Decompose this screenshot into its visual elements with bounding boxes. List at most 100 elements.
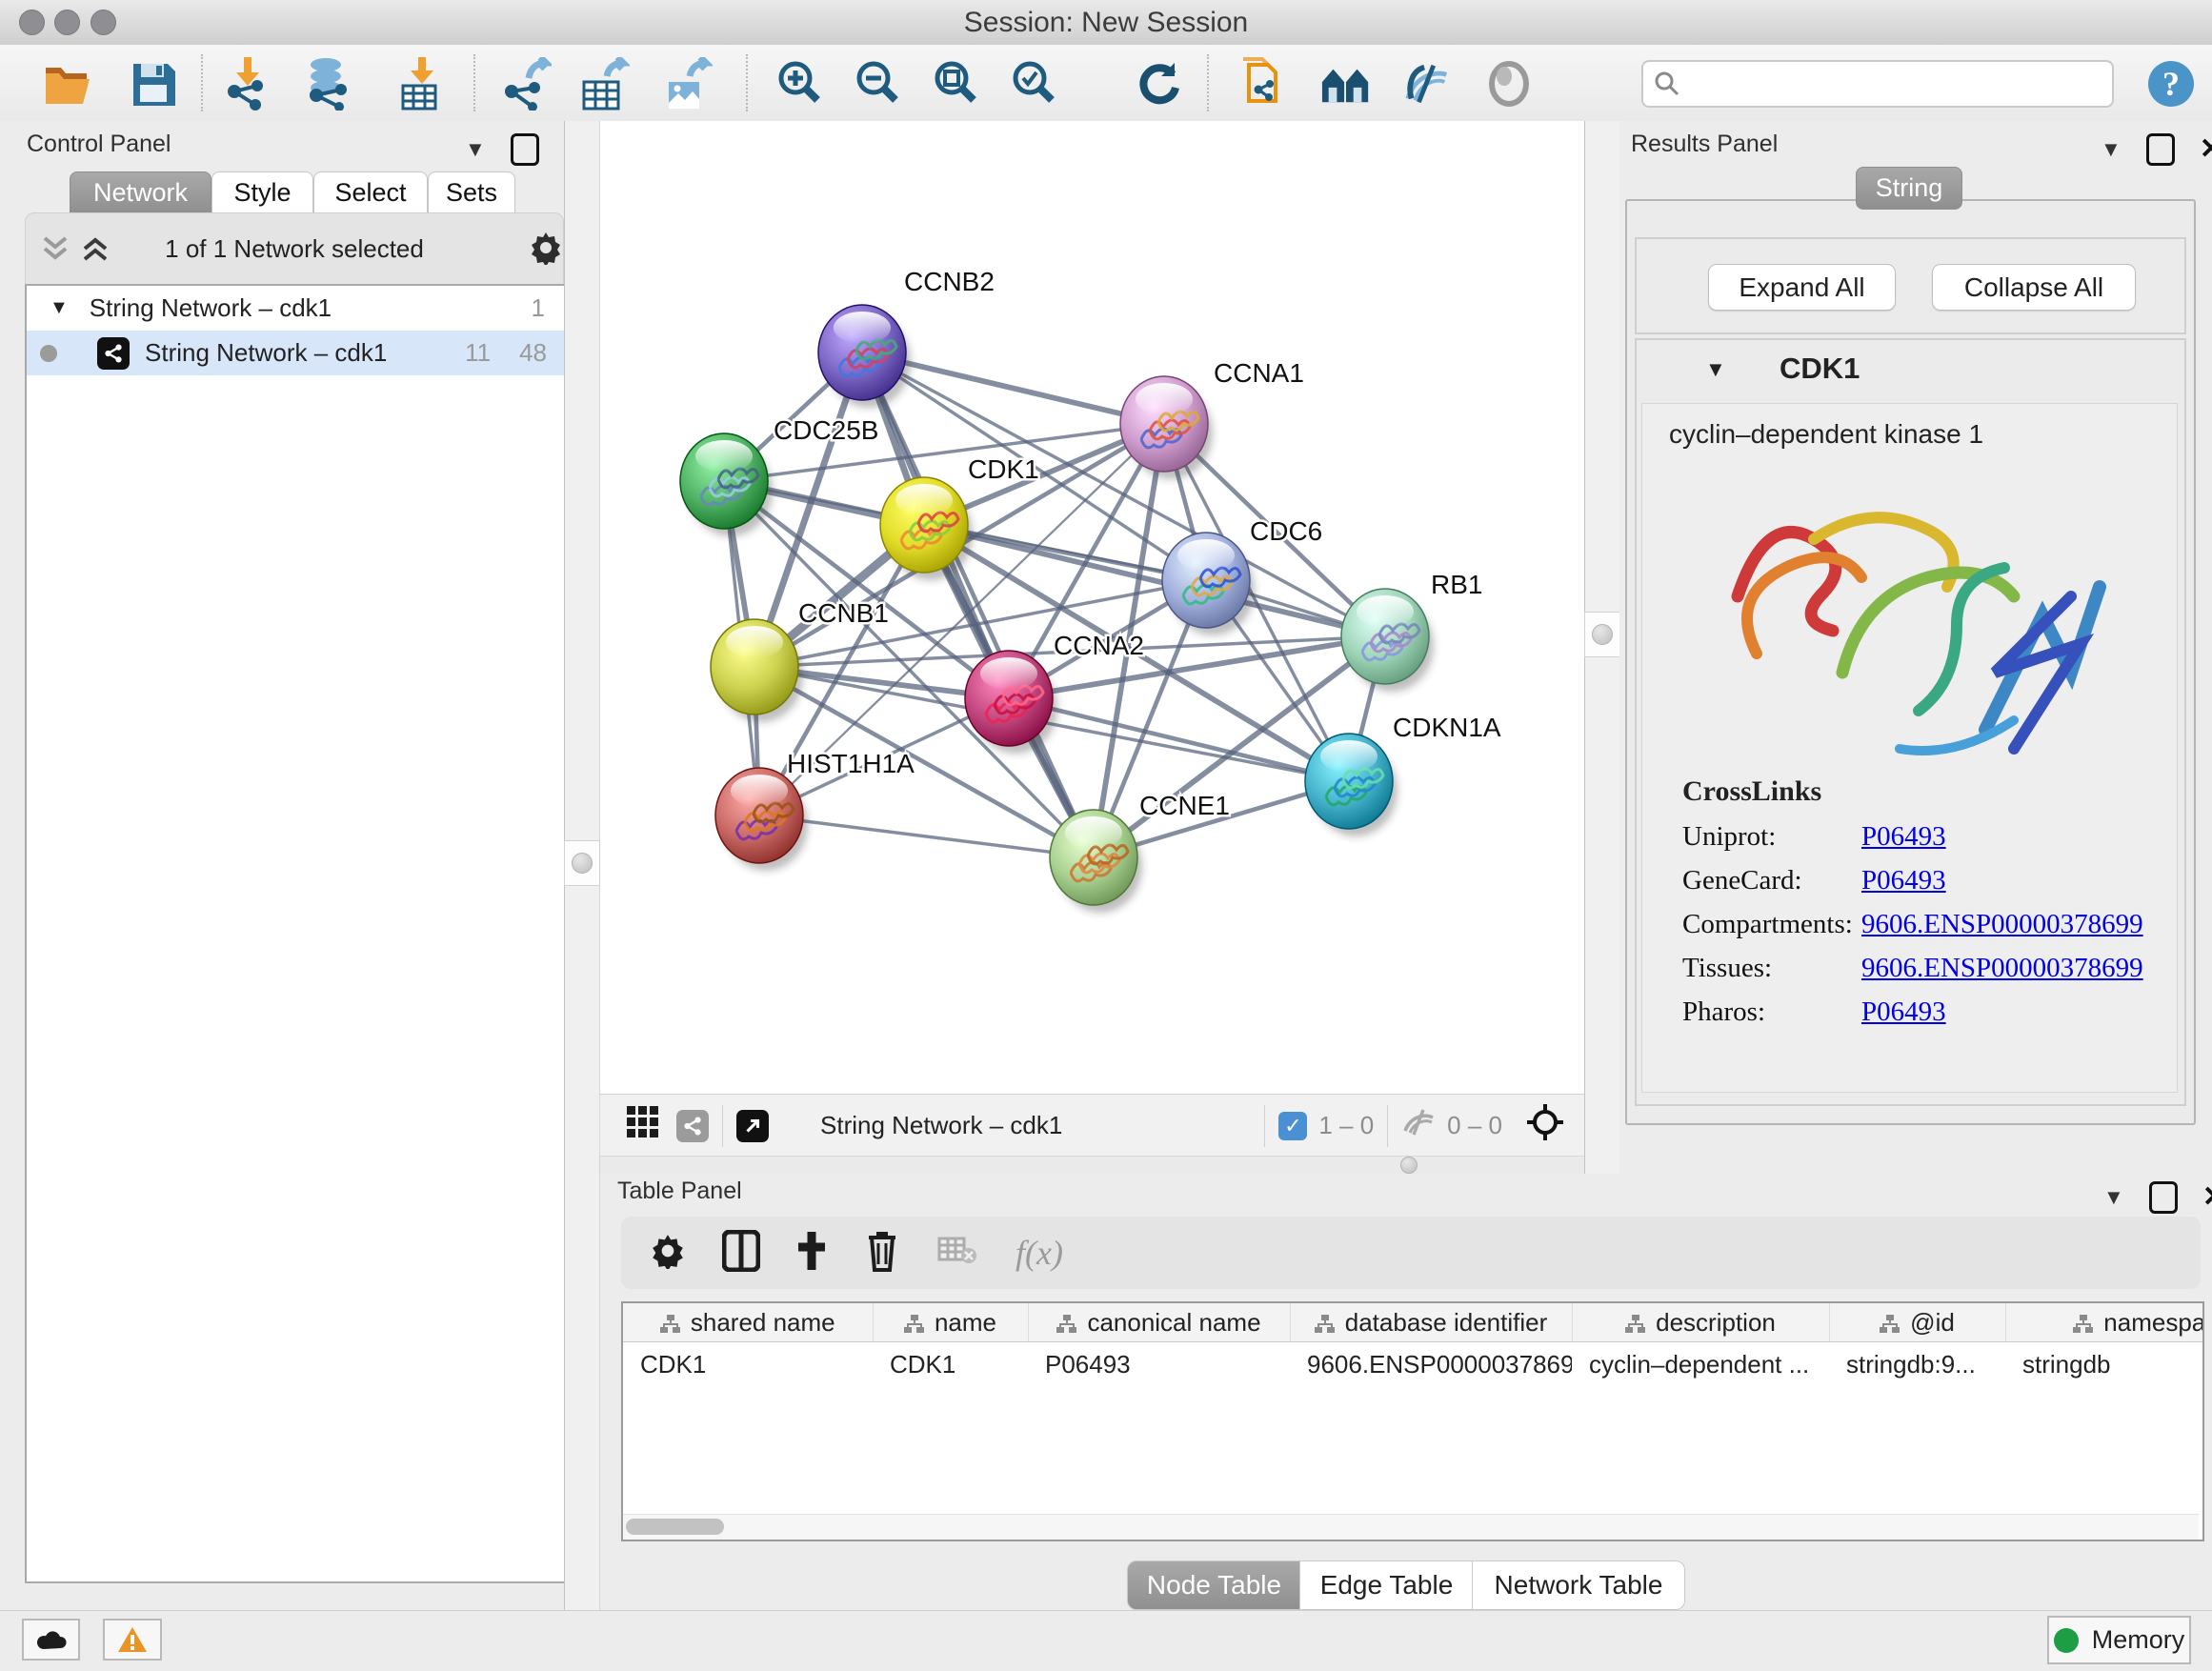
hide-selected-icon[interactable] bbox=[1402, 58, 1454, 110]
save-session-icon[interactable] bbox=[128, 58, 179, 110]
crosslink-label: Compartments: bbox=[1682, 909, 1861, 940]
right-panel-splitter[interactable] bbox=[1584, 121, 1620, 1174]
import-network-from-file-icon[interactable] bbox=[222, 58, 273, 110]
import-network-from-database-icon[interactable] bbox=[303, 58, 354, 110]
crosslink-link[interactable]: 9606.ENSP00000378699 bbox=[1861, 909, 2143, 940]
table-cell[interactable]: P06493 bbox=[1028, 1342, 1290, 1387]
table-cell[interactable]: 9606.ENSP00000378699 bbox=[1290, 1342, 1572, 1387]
node-CDKN1A[interactable]: CDKN1A bbox=[1305, 713, 1501, 836]
show-all-icon[interactable] bbox=[1483, 58, 1535, 110]
network-graph[interactable]: CCNB2CCNA1CDC25BCDK1CDC6RB1CCNB1CCNA2CDK… bbox=[600, 121, 1584, 1094]
tab-network-table[interactable]: Network Table bbox=[1472, 1560, 1685, 1610]
node-label-CCNE1: CCNE1 bbox=[1139, 791, 1230, 820]
crosslink-link[interactable]: P06493 bbox=[1861, 997, 1946, 1028]
delete-table-icon[interactable] bbox=[937, 1235, 977, 1272]
float-panel-icon[interactable]: ▼ bbox=[2101, 137, 2122, 162]
table-cell[interactable]: cyclin–dependent ... bbox=[1572, 1342, 1829, 1387]
maximize-panel-icon[interactable] bbox=[511, 133, 539, 166]
export-network-icon[interactable] bbox=[500, 58, 552, 110]
import-table-from-file-icon[interactable] bbox=[394, 58, 446, 110]
expander-icon[interactable]: ▼ bbox=[50, 297, 69, 319]
hidden-eye-slash-icon[interactable] bbox=[1401, 1108, 1438, 1143]
create-column-icon[interactable] bbox=[794, 1230, 829, 1277]
close-panel-icon[interactable]: ✕ bbox=[2202, 1180, 2212, 1214]
float-panel-icon[interactable]: ▼ bbox=[465, 137, 486, 162]
expand-all-button[interactable]: Expand All bbox=[1708, 264, 1896, 311]
crosslink-link[interactable]: P06493 bbox=[1861, 865, 1946, 896]
search-input[interactable] bbox=[1641, 60, 2114, 108]
birdseye-grid-icon[interactable] bbox=[627, 1106, 659, 1145]
node-table[interactable]: shared namenamecanonical namedatabase id… bbox=[621, 1301, 2204, 1541]
node-label-CDK1: CDK1 bbox=[968, 454, 1039, 484]
column-header-description[interactable]: description bbox=[1572, 1303, 1829, 1342]
left-panel-splitter[interactable] bbox=[564, 121, 600, 1610]
tab-sets[interactable]: Sets bbox=[428, 171, 515, 214]
column-header-namespace[interactable]: namespace bbox=[2005, 1303, 2204, 1342]
crosslink-link[interactable]: P06493 bbox=[1861, 821, 1946, 853]
zoom-out-icon[interactable] bbox=[852, 58, 903, 110]
column-header-id[interactable]: @id bbox=[1829, 1303, 2005, 1342]
column-header-name[interactable]: name bbox=[873, 1303, 1028, 1342]
delete-column-icon[interactable] bbox=[865, 1230, 899, 1277]
node-CDC25B[interactable]: CDC25B bbox=[680, 415, 878, 536]
table-cell[interactable]: CDK1 bbox=[873, 1342, 1028, 1387]
splitter-handle[interactable] bbox=[1400, 1157, 1418, 1174]
tab-select[interactable]: Select bbox=[313, 171, 428, 214]
node-HIST1H1A[interactable]: HIST1H1A bbox=[715, 749, 915, 871]
network-type-share-icon[interactable] bbox=[676, 1110, 709, 1142]
column-header-sharedname[interactable]: shared name bbox=[623, 1303, 873, 1342]
table-cell[interactable]: stringdb:9... bbox=[1829, 1342, 2005, 1387]
network-row[interactable]: String Network – cdk1 11 48 bbox=[27, 331, 564, 375]
table-cell[interactable]: CDK1 bbox=[623, 1342, 873, 1387]
fit-selected-crosshair-icon[interactable] bbox=[1525, 1102, 1565, 1149]
zoom-selected-icon[interactable] bbox=[1008, 58, 1059, 110]
open-in-string-web-icon[interactable] bbox=[1238, 58, 1290, 110]
open-view-in-window-icon[interactable] bbox=[736, 1110, 769, 1142]
node-CCNB2[interactable]: CCNB2 bbox=[818, 267, 995, 408]
table-horizontal-scrollbar[interactable] bbox=[623, 1514, 2199, 1540]
collapse-all-button[interactable]: Collapse All bbox=[1932, 264, 2136, 311]
show-first-neighbors-icon[interactable] bbox=[1320, 58, 1372, 110]
warnings-status-button[interactable] bbox=[103, 1619, 162, 1661]
function-builder-icon[interactable]: f(x) bbox=[1016, 1233, 1063, 1273]
column-header-databaseidentifier[interactable]: database identifier bbox=[1290, 1303, 1572, 1342]
column-type-icon bbox=[1625, 1315, 1646, 1334]
maximize-panel-icon[interactable] bbox=[2149, 1181, 2178, 1214]
show-columns-icon[interactable] bbox=[722, 1230, 760, 1277]
splitter-handle[interactable] bbox=[564, 840, 600, 886]
collapse-gene-icon[interactable]: ▼ bbox=[1705, 357, 1726, 382]
node-CCNA1[interactable]: CCNA1 bbox=[1120, 358, 1304, 479]
help-icon[interactable]: ? bbox=[2145, 58, 2197, 110]
cloud-status-button[interactable] bbox=[22, 1619, 80, 1661]
memory-button[interactable]: Memory bbox=[2047, 1616, 2191, 1664]
column-header-canonicalname[interactable]: canonical name bbox=[1028, 1303, 1290, 1342]
table-row[interactable]: CDK1CDK1P064939606.ENSP00000378699cyclin… bbox=[623, 1342, 2204, 1387]
zoom-in-icon[interactable] bbox=[774, 58, 825, 110]
open-session-folder-icon[interactable] bbox=[42, 58, 93, 110]
tab-node-table[interactable]: Node Table bbox=[1127, 1560, 1301, 1610]
refresh-view-icon[interactable] bbox=[1134, 58, 1185, 110]
table-options-gear-icon[interactable] bbox=[650, 1233, 686, 1274]
edge-HIST1H1A-CCNE1[interactable] bbox=[759, 815, 1094, 857]
network-canvas[interactable]: CCNB2CCNA1CDC25BCDK1CDC6RB1CCNB1CCNA2CDK… bbox=[600, 121, 1584, 1094]
network-options-gear-icon[interactable] bbox=[529, 231, 563, 265]
node-RB1[interactable]: RB1 bbox=[1341, 570, 1482, 692]
selected-checkbox-icon[interactable]: ✓ bbox=[1278, 1112, 1307, 1140]
node-CCNE1[interactable]: CCNE1 bbox=[1050, 791, 1230, 913]
maximize-panel-icon[interactable] bbox=[2146, 133, 2175, 166]
zoom-fit-content-icon[interactable] bbox=[930, 58, 981, 110]
table-cell[interactable]: stringdb bbox=[2005, 1342, 2204, 1387]
tab-string[interactable]: String bbox=[1856, 167, 1962, 210]
export-image-icon[interactable] bbox=[661, 58, 713, 110]
tab-network[interactable]: Network bbox=[70, 171, 211, 214]
splitter-handle[interactable] bbox=[1584, 612, 1620, 657]
scrollbar-thumb[interactable] bbox=[626, 1519, 724, 1535]
float-panel-icon[interactable]: ▼ bbox=[2103, 1185, 2124, 1210]
crosslink-link[interactable]: 9606.ENSP00000378699 bbox=[1861, 953, 2143, 984]
crosslink-label: Pharos: bbox=[1682, 997, 1861, 1028]
network-collection-row[interactable]: ▼ String Network – cdk1 1 bbox=[27, 286, 564, 331]
tab-edge-table[interactable]: Edge Table bbox=[1299, 1560, 1474, 1610]
tab-style[interactable]: Style bbox=[211, 171, 313, 214]
export-table-icon[interactable] bbox=[578, 58, 630, 110]
close-panel-icon[interactable]: ✕ bbox=[2200, 132, 2212, 166]
